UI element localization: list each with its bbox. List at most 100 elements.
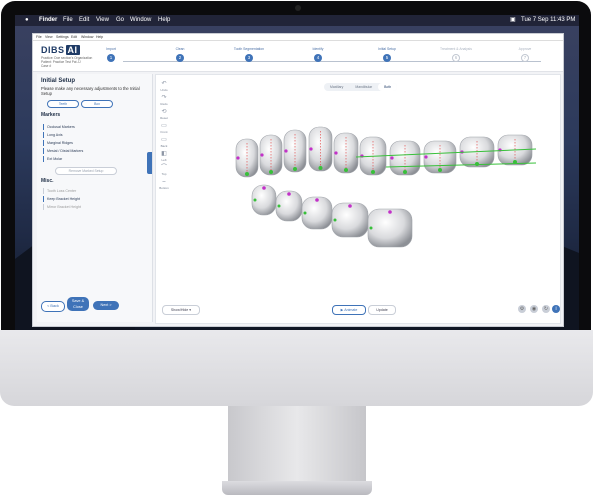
save-close-button[interactable]: Save & Close	[67, 297, 89, 311]
step-1[interactable]: Import 1	[86, 47, 136, 62]
misc-tooth-loss[interactable]: Tooth Loss Center	[43, 188, 142, 194]
mesial-marker	[260, 153, 264, 157]
app-header: DIBS AI Practice: Doe section's Organizat…	[33, 41, 563, 72]
step-4[interactable]: Identify 4	[293, 47, 343, 62]
teeth-toggle[interactable]: Teeth	[47, 100, 79, 108]
undo-icon: ↶	[161, 81, 167, 87]
app-menu-file[interactable]: File	[36, 34, 42, 40]
app-menu-help[interactable]: Help	[96, 34, 103, 40]
panel-collapse-tab[interactable]	[147, 152, 152, 174]
tool-redo[interactable]: ↷ Redo	[158, 95, 170, 106]
panel-description: Please make any necessary adjustments to…	[41, 86, 140, 96]
tool-left[interactable]: ◧ Left	[158, 151, 170, 162]
tooth	[367, 208, 413, 248]
step-3[interactable]: Tooth Segmentation 3	[224, 47, 274, 62]
monitor-chin	[0, 330, 593, 406]
app-menu-edit[interactable]: Edit	[71, 34, 77, 40]
next-button[interactable]: Next >	[93, 301, 119, 310]
mesial-marker	[253, 198, 257, 202]
left-panel: Initial Setup Please make any necessary …	[37, 74, 153, 322]
stand-foot	[222, 481, 372, 495]
app-menu-view[interactable]: View	[45, 34, 53, 40]
animate-button[interactable]: ▶ Animate	[332, 305, 366, 315]
imac-display: ● Finder File Edit View Go Window Help ▣…	[0, 0, 593, 500]
logo-text: DIBS	[41, 45, 65, 55]
step-7[interactable]: Approve 7	[500, 47, 550, 62]
tool-front[interactable]: ▭ Front	[158, 123, 170, 134]
tool-bottom[interactable]: ⌣ Bottom	[158, 179, 170, 190]
app-menu-settings[interactable]: Settings	[56, 34, 69, 40]
refresh-icon[interactable]: ↻	[542, 305, 550, 313]
show-hide-label: Show/Hide	[170, 308, 189, 312]
tool-reset[interactable]: ⟲ Reset	[158, 109, 170, 120]
misc-mirror-bracket[interactable]: Mirror Bracket Height	[43, 204, 142, 210]
menu-go[interactable]: Go	[116, 15, 124, 26]
occlusal-marker	[371, 170, 375, 174]
datetime[interactable]: Tue 7 Sep 11:43 PM	[521, 15, 575, 26]
bottom-view-icon: ⌣	[162, 179, 166, 185]
menu-edit[interactable]: Edit	[79, 15, 89, 26]
apple-icon[interactable]: ●	[25, 15, 29, 26]
mesial-marker	[333, 218, 337, 222]
marker-occlusal[interactable]: Occlusal Markers	[43, 124, 142, 130]
menu-view[interactable]: View	[96, 15, 109, 26]
patient-info: Practice: Doe section's Organization Pat…	[41, 56, 92, 68]
occlusal-marker	[315, 198, 319, 202]
misc-heading: Misc.	[41, 178, 54, 184]
mesial-marker	[424, 155, 428, 159]
camera	[295, 5, 301, 11]
mesial-marker	[390, 156, 394, 160]
marker-mesial-distal[interactable]: Mesial / Distal Markers	[43, 148, 142, 154]
step-number: 7	[521, 54, 529, 62]
update-button[interactable]: Update	[368, 305, 396, 315]
tool-undo[interactable]: ↶ Undo	[158, 81, 170, 92]
settings-icon[interactable]: ⚙	[518, 305, 526, 313]
occlusal-marker	[403, 170, 407, 174]
panel-title: Initial Setup	[41, 78, 76, 84]
tooth	[331, 202, 369, 238]
step-number: 4	[314, 54, 322, 62]
top-view-icon: ⌒	[160, 165, 167, 171]
tool-label: Top	[161, 172, 167, 176]
occlusal-marker	[344, 168, 348, 172]
camera-icon[interactable]: ◉	[530, 305, 538, 313]
tool-back[interactable]: ▭ Back	[158, 137, 170, 148]
tool-top[interactable]: ⌒ Top	[158, 165, 170, 176]
dental-model[interactable]	[156, 75, 560, 323]
occlusal-marker	[269, 170, 273, 174]
back-button[interactable]: < Back	[41, 301, 65, 312]
step-2[interactable]: Clean 2	[155, 47, 205, 62]
mesial-marker	[277, 204, 281, 208]
stand-neck	[228, 406, 366, 482]
monitor-bezel: ● Finder File Edit View Go Window Help ▣…	[1, 1, 591, 341]
tool-label: Front	[160, 130, 168, 134]
mesial-marker	[236, 156, 240, 160]
remove-setup-button[interactable]: Remove Marked Setup	[55, 167, 117, 175]
step-number: 6	[452, 54, 460, 62]
occlusal-marker	[438, 168, 442, 172]
3d-viewport[interactable]: Maxillary Mandibular Both ↶ Undo ↷ Redo ⟲	[155, 74, 561, 324]
step-5[interactable]: Initial Setup 5	[362, 47, 412, 62]
markers-heading: Markers	[41, 112, 61, 118]
info-icon[interactable]: i	[552, 305, 560, 313]
misc-keep-bracket[interactable]: Keep Bracket Height	[43, 196, 142, 202]
menu-app-name[interactable]: Finder	[39, 15, 57, 26]
logo-ai: AI	[65, 45, 80, 55]
show-hide-dropdown[interactable]: Show/Hide ▾	[162, 305, 200, 315]
box-toggle[interactable]: Box	[81, 100, 113, 108]
redo-icon: ↷	[161, 95, 167, 101]
menu-file[interactable]: File	[63, 15, 73, 26]
marker-marginal-ridges[interactable]: Marginal Ridges	[43, 140, 142, 146]
marker-ext-molar[interactable]: Ext Molar	[43, 156, 142, 162]
app-window: File View Settings Edit Window Help DIBS…	[32, 33, 564, 327]
mesial-marker	[369, 226, 373, 230]
menu-window[interactable]: Window	[130, 15, 151, 26]
occlusal-marker	[245, 172, 249, 176]
marker-long-axis[interactable]: Long Axis	[43, 132, 142, 138]
app-menu-bar: File View Settings Edit Window Help	[33, 34, 563, 41]
screen-mirror-icon[interactable]: ▣	[510, 15, 516, 26]
app-menu-window[interactable]: Window	[81, 34, 93, 40]
menu-help[interactable]: Help	[158, 15, 170, 26]
step-number: 2	[176, 54, 184, 62]
step-6[interactable]: Treatment & Analysis 6	[431, 47, 481, 62]
